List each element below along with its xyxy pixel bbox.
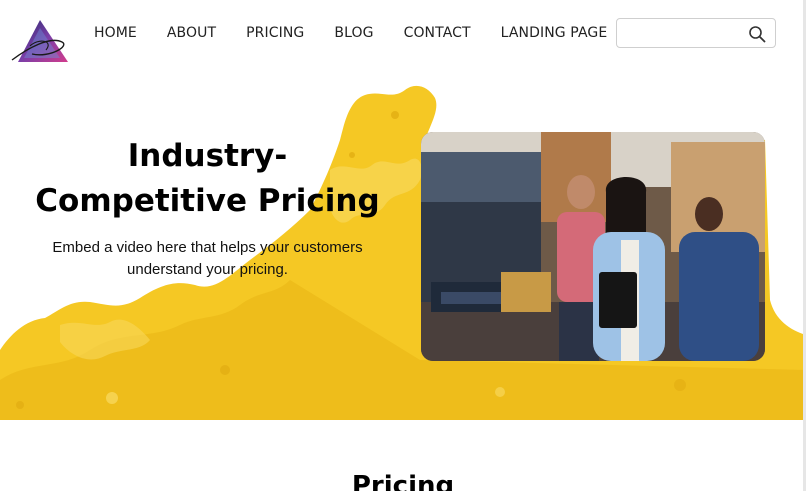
hero-title: Industry-Competitive Pricing: [35, 138, 380, 219]
nav-landing-page[interactable]: LANDING PAGE: [501, 24, 608, 42]
triangle-logo-icon: [11, 20, 68, 62]
search-icon[interactable]: [748, 25, 766, 43]
search-input[interactable]: [625, 23, 745, 43]
main-nav: HOME ABOUT PRICING BLOG CONTACT LANDING …: [94, 24, 637, 42]
site-header: HOME ABOUT PRICING BLOG CONTACT LANDING …: [0, 0, 806, 80]
hero-subtitle: Embed a video here that helps your custo…: [52, 239, 363, 278]
hero-image: [421, 132, 765, 361]
nav-blog[interactable]: BLOG: [334, 24, 373, 42]
hero-section: Industry-Competitive Pricing Embed a vid…: [0, 80, 806, 420]
nav-pricing[interactable]: PRICING: [246, 24, 304, 42]
search-box: [616, 18, 776, 48]
logo[interactable]: [10, 18, 70, 64]
nav-contact[interactable]: CONTACT: [404, 24, 471, 42]
nav-home[interactable]: HOME: [94, 24, 137, 42]
nav-about[interactable]: ABOUT: [167, 24, 216, 42]
pricing-section-title: Pricing: [351, 471, 455, 491]
